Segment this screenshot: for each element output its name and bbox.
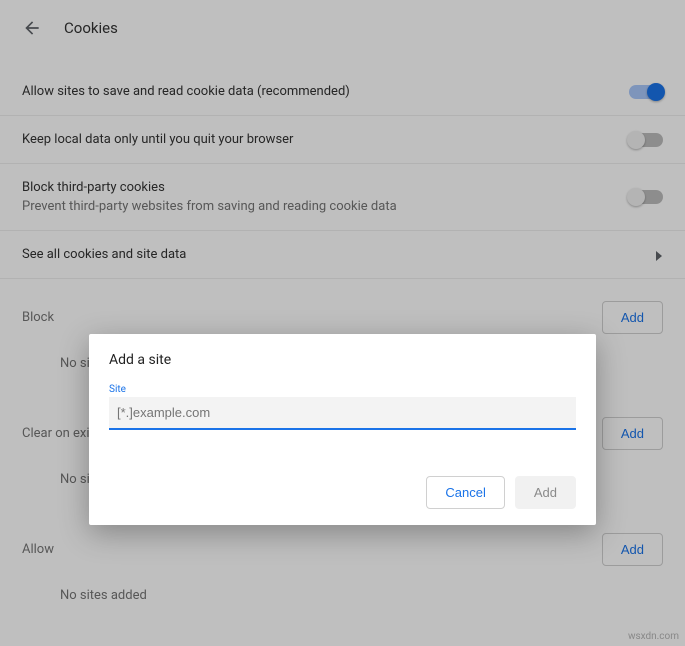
dialog-field-label: Site [109,384,576,395]
cancel-button[interactable]: Cancel [426,476,504,509]
site-input[interactable] [109,397,576,430]
dialog-title: Add a site [109,352,576,368]
add-site-dialog: Add a site Site Cancel Add [89,334,596,525]
modal-overlay[interactable]: Add a site Site Cancel Add [0,0,685,646]
confirm-add-button[interactable]: Add [515,476,576,509]
watermark: wsxdn.com [628,631,679,642]
